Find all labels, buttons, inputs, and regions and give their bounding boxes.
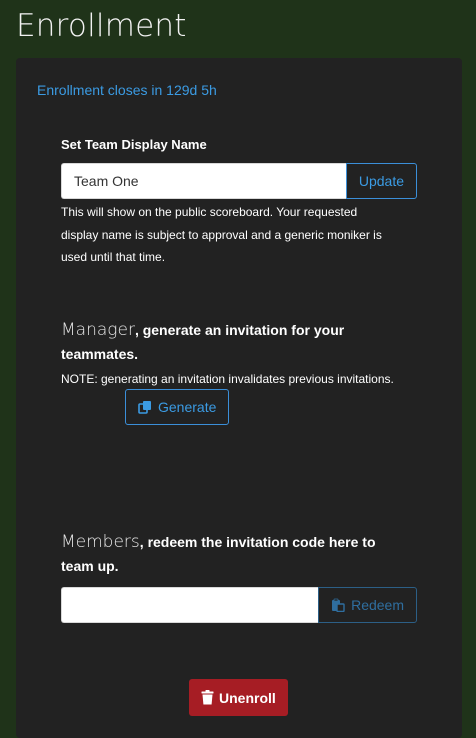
manager-lead: Manager [61,320,135,340]
display-name-help: This will show on the public scoreboard.… [61,205,382,264]
display-name-input[interactable] [61,163,346,199]
copy-icon [138,400,152,414]
invitation-code-input[interactable] [61,587,319,623]
manager-heading: Manager, generate an invitation for your… [61,318,391,366]
page-title: Enrollment [16,8,187,44]
generate-button-label: Generate [158,399,217,415]
display-name-label: Set Team Display Name [61,137,207,152]
unenroll-button[interactable]: Unenroll [189,679,288,716]
unenroll-button-label: Unenroll [219,689,276,706]
generate-button[interactable]: Generate [125,389,230,425]
update-button-label: Update [358,173,404,189]
paste-icon [331,598,345,612]
invitation-note: NOTE: generating an invitation invalidat… [61,372,394,386]
enrollment-card: Enrollment closes in 129d 5h Set Team Di… [16,58,462,738]
update-button[interactable]: Update [345,163,417,199]
trash-icon [201,690,214,705]
redeem-button[interactable]: Redeem [318,587,417,623]
members-lead: Members [61,532,140,552]
enrollment-closes-text: Enrollment closes in 129d 5h [37,82,217,98]
display-name-row: Update [61,163,417,199]
members-heading: Members, redeem the invitation code here… [61,530,391,578]
redeem-button-label: Redeem [351,597,404,613]
invitation-code-row: Redeem [61,587,417,623]
